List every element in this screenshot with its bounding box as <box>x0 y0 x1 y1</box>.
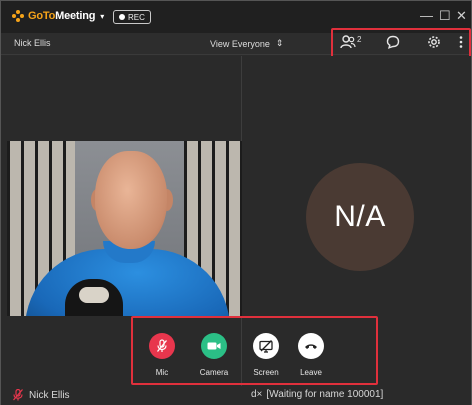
record-dot-icon <box>119 14 125 20</box>
participant-avatar: N/A <box>306 163 414 271</box>
status-bar: Nick Ellis d× [Waiting for name 100001] <box>1 386 471 405</box>
webcam-video-tile <box>7 141 242 316</box>
participant-head <box>95 151 167 249</box>
waiting-participant-status: d× [Waiting for name 100001] <box>251 389 383 400</box>
waiting-name-text: [Waiting for name 100001] <box>266 389 384 400</box>
audio-muted-indicator: d× <box>251 389 263 400</box>
view-updown-icon: ⇕ <box>275 38 284 48</box>
meeting-window: GoToMeeting ▾ REC — ☐ ✕ Nick Ellis View … <box>0 0 472 405</box>
minimize-button[interactable]: — <box>420 8 433 24</box>
record-label: REC <box>128 12 145 22</box>
maximize-button[interactable]: ☐ <box>439 8 451 24</box>
self-name: Nick Ellis <box>29 389 70 401</box>
self-status: Nick Ellis <box>13 389 70 401</box>
organizer-name: Nick Ellis <box>14 38 51 48</box>
mic-muted-small-icon <box>13 389 23 401</box>
app-title: GoToMeeting <box>28 10 96 22</box>
view-label: View Everyone <box>210 38 270 49</box>
record-button[interactable]: REC <box>113 10 151 24</box>
close-button[interactable]: ✕ <box>456 8 467 24</box>
view-selector[interactable]: View Everyone ⇕ <box>210 38 283 49</box>
controls-highlight-box <box>131 316 378 385</box>
app-menu-caret-icon: ▾ <box>100 11 105 21</box>
gotomeeting-logo-icon <box>12 10 24 22</box>
app-menu[interactable]: GoToMeeting ▾ <box>12 10 104 22</box>
